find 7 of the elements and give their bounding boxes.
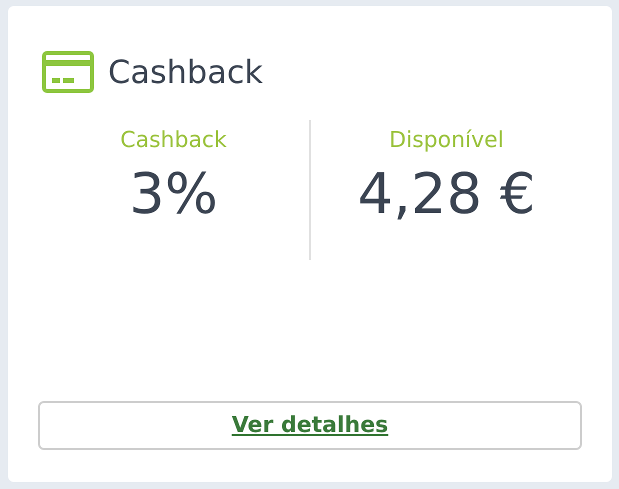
stat-label: Cashback: [119, 127, 228, 155]
stat-label: Disponível: [388, 127, 505, 155]
stat-value: 3%: [128, 161, 219, 229]
card-title: Cashback: [108, 52, 263, 93]
details-button[interactable]: Ver detalhes: [38, 401, 582, 450]
stat-value: 4,28 €: [356, 161, 537, 229]
credit-card-icon: [42, 51, 94, 93]
